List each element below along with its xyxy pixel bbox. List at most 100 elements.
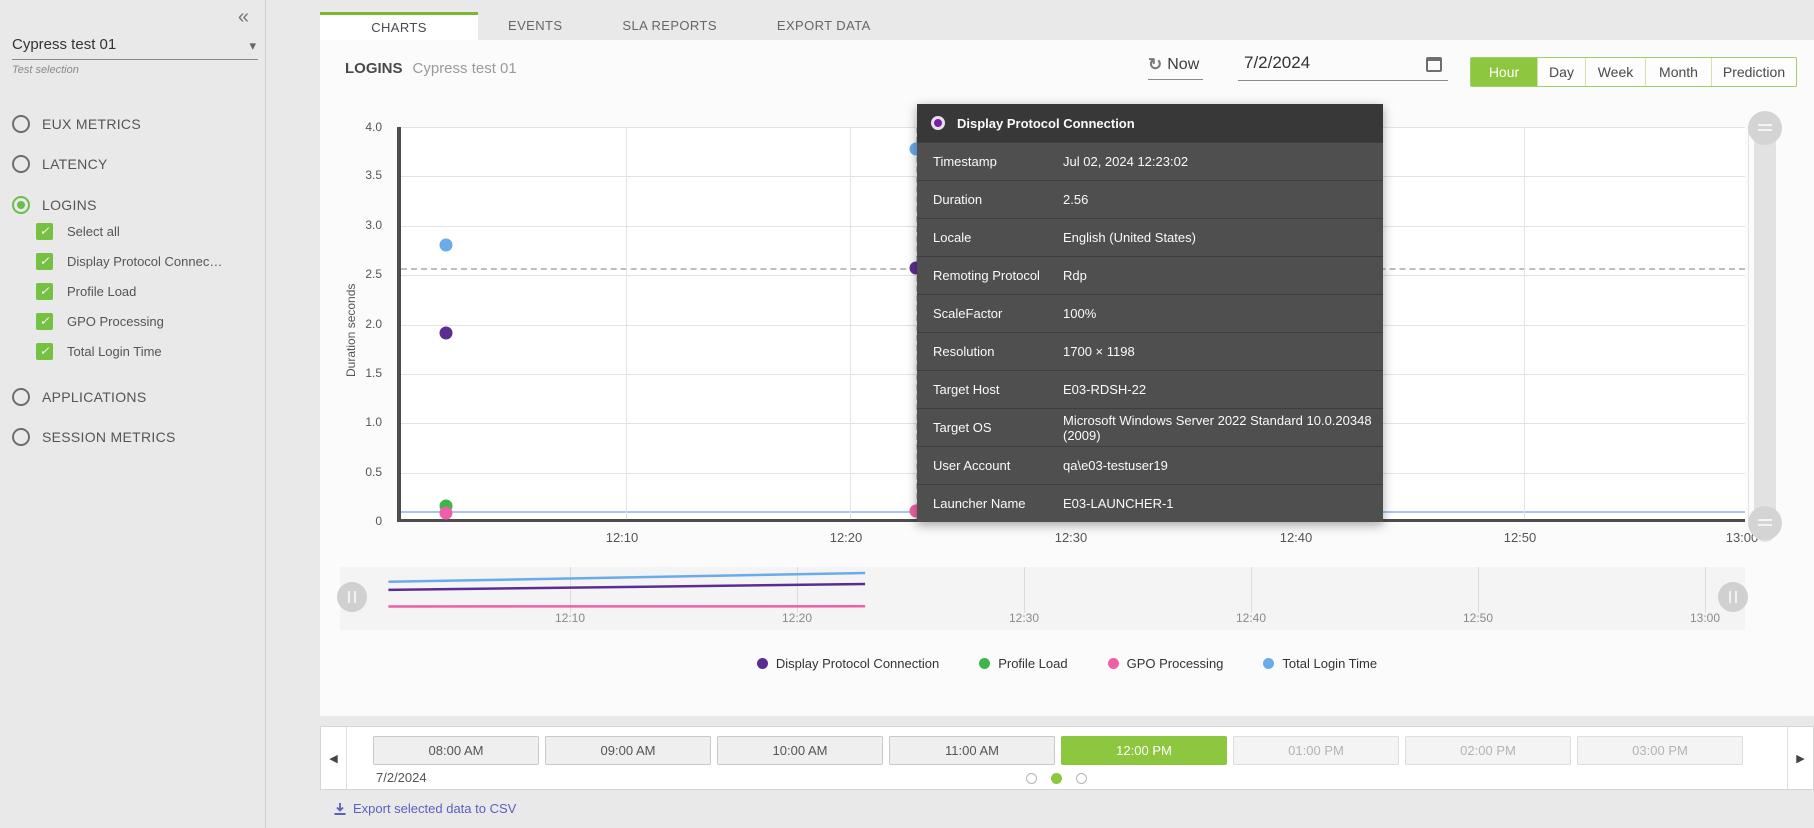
radio-icon bbox=[12, 428, 30, 446]
checkbox-checked-icon: ✓ bbox=[36, 313, 53, 330]
sidebar-item-label: SESSION METRICS bbox=[42, 429, 176, 445]
navigator-right-handle[interactable] bbox=[1718, 582, 1748, 612]
tooltip-row-label: Locale bbox=[933, 230, 1063, 245]
checkbox-label: Total Login Time bbox=[67, 344, 162, 359]
y-tick-label: 3.0 bbox=[365, 218, 382, 232]
legend-item-gpo-processing[interactable]: GPO Processing bbox=[1108, 656, 1224, 671]
checkbox-gpo-processing[interactable]: ✓ GPO Processing bbox=[36, 311, 164, 331]
tooltip-row-value: Microsoft Windows Server 2022 Standard 1… bbox=[1063, 413, 1383, 443]
sidebar-item-session-metrics[interactable]: SESSION METRICS bbox=[12, 426, 176, 448]
legend-dot-icon bbox=[757, 658, 768, 669]
checkbox-profile-load[interactable]: ✓ Profile Load bbox=[36, 281, 136, 301]
export-csv-label: Export selected data to CSV bbox=[353, 801, 516, 816]
download-icon bbox=[333, 802, 347, 816]
data-point[interactable] bbox=[439, 507, 452, 520]
sidebar-item-label: LATENCY bbox=[42, 156, 108, 172]
tab-charts[interactable]: CHARTS bbox=[320, 12, 478, 40]
legend-label: Profile Load bbox=[998, 656, 1067, 671]
page-dot[interactable] bbox=[1026, 773, 1037, 784]
hour-button-0900am[interactable]: 09:00 AM bbox=[545, 736, 711, 765]
range-day-button[interactable]: Day bbox=[1537, 58, 1585, 86]
tooltip-row-value: 100% bbox=[1063, 306, 1096, 321]
timeline-page-dots bbox=[1026, 773, 1087, 784]
grip-icon bbox=[1758, 519, 1772, 526]
refresh-now-button[interactable]: ↻ Now bbox=[1148, 53, 1203, 80]
tab-sla-reports[interactable]: SLA REPORTS bbox=[592, 12, 746, 40]
sidebar-item-latency[interactable]: LATENCY bbox=[12, 153, 108, 175]
legend-dot-icon bbox=[979, 658, 990, 669]
y-tick-label: 0 bbox=[375, 514, 382, 528]
tooltip-row: Target OSMicrosoft Windows Server 2022 S… bbox=[917, 408, 1383, 446]
vertical-zoom-slider-track[interactable] bbox=[1754, 112, 1776, 542]
grip-icon bbox=[1758, 124, 1772, 131]
range-hour-button[interactable]: Hour bbox=[1471, 58, 1537, 86]
sidebar-collapse-icon[interactable]: « bbox=[238, 6, 249, 29]
timeline-prev-arrow[interactable]: ◀ bbox=[321, 727, 347, 789]
legend-item-profile-load[interactable]: Profile Load bbox=[979, 656, 1067, 671]
refresh-icon: ↻ bbox=[1148, 55, 1162, 75]
gridline bbox=[1748, 127, 1749, 519]
hour-button-0800am[interactable]: 08:00 AM bbox=[373, 736, 539, 765]
tooltip-row-value: qa\e03-testuser19 bbox=[1063, 458, 1168, 473]
checkbox-display-protocol-connection[interactable]: ✓ Display Protocol Connec… bbox=[36, 251, 222, 271]
test-select-caption: Test selection bbox=[12, 64, 79, 76]
sidebar-item-logins[interactable]: LOGINS bbox=[12, 194, 97, 216]
checkbox-total-login-time[interactable]: ✓ Total Login Time bbox=[36, 341, 162, 361]
hour-button-1000am[interactable]: 10:00 AM bbox=[717, 736, 883, 765]
range-prediction-button[interactable]: Prediction bbox=[1711, 58, 1796, 86]
export-csv-link[interactable]: Export selected data to CSV bbox=[333, 801, 516, 816]
tooltip-row-value: E03-LAUNCHER-1 bbox=[1063, 496, 1174, 511]
page-dot-active[interactable] bbox=[1051, 773, 1062, 784]
legend-item-total-login-time[interactable]: Total Login Time bbox=[1263, 656, 1377, 671]
timeline-date-label: 7/2/2024 bbox=[376, 770, 427, 785]
y-tick-label: 2.0 bbox=[365, 317, 382, 331]
vertical-slider-top-handle[interactable] bbox=[1748, 111, 1782, 145]
chart-range-navigator[interactable]: 12:1012:2012:3012:4012:5013:00 bbox=[340, 567, 1745, 630]
y-tick-label: 0.5 bbox=[365, 465, 382, 479]
timeline-next-arrow[interactable]: ▶ bbox=[1787, 727, 1813, 789]
calendar-icon[interactable] bbox=[1426, 57, 1442, 72]
now-label: Now bbox=[1167, 56, 1199, 74]
test-select-value: Cypress test 01 bbox=[12, 36, 116, 53]
hour-button-1100am[interactable]: 11:00 AM bbox=[889, 736, 1055, 765]
tooltip-row: Target HostE03-RDSH-22 bbox=[917, 370, 1383, 408]
navigator-tick-label: 12:20 bbox=[782, 611, 812, 625]
tab-export-data[interactable]: EXPORT DATA bbox=[747, 12, 901, 40]
gridline bbox=[850, 127, 851, 519]
x-tick-label: 12:10 bbox=[606, 530, 639, 545]
navigator-left-handle[interactable] bbox=[337, 582, 367, 612]
checkbox-label: Display Protocol Connec… bbox=[67, 254, 222, 269]
tooltip-row-label: ScaleFactor bbox=[933, 306, 1063, 321]
hour-button-1200pm[interactable]: 12:00 PM bbox=[1061, 736, 1227, 765]
sidebar-item-applications[interactable]: APPLICATIONS bbox=[12, 386, 146, 408]
radio-icon bbox=[12, 388, 30, 406]
tooltip-row-value: 2.56 bbox=[1063, 192, 1088, 207]
series-color-dot-icon bbox=[931, 116, 945, 130]
hour-button-0100pm[interactable]: 01:00 PM bbox=[1233, 736, 1399, 765]
vertical-slider-bottom-handle[interactable] bbox=[1748, 506, 1782, 540]
hour-button-0300pm[interactable]: 03:00 PM bbox=[1577, 736, 1743, 765]
legend-dot-icon bbox=[1263, 658, 1274, 669]
range-week-button[interactable]: Week bbox=[1585, 58, 1645, 86]
legend-item-display-protocol-connection[interactable]: Display Protocol Connection bbox=[757, 656, 939, 671]
hour-button-0200pm[interactable]: 02:00 PM bbox=[1405, 736, 1571, 765]
tooltip-header: Display Protocol Connection bbox=[917, 104, 1383, 142]
tooltip-row-value: 1700 × 1198 bbox=[1063, 344, 1135, 359]
page-dot[interactable] bbox=[1076, 773, 1087, 784]
x-axis-ticks: 12:1012:2012:3012:4012:5013:00 bbox=[397, 530, 1745, 548]
test-select-dropdown[interactable]: Cypress test 01 ▾ bbox=[12, 36, 258, 60]
y-tick-label: 1.0 bbox=[365, 415, 382, 429]
range-month-button[interactable]: Month bbox=[1645, 58, 1711, 86]
time-range-group: Hour Day Week Month Prediction bbox=[1470, 57, 1797, 87]
sidebar-item-eux-metrics[interactable]: EUX METRICS bbox=[12, 113, 141, 135]
data-point[interactable] bbox=[439, 326, 452, 339]
gridline bbox=[1524, 127, 1525, 519]
checkbox-select-all[interactable]: ✓ Select all bbox=[36, 221, 120, 241]
radio-icon bbox=[12, 115, 30, 133]
tooltip-row-value: E03-RDSH-22 bbox=[1063, 382, 1146, 397]
data-point[interactable] bbox=[439, 238, 452, 251]
tab-events[interactable]: EVENTS bbox=[478, 12, 592, 40]
tooltip-row-label: Target OS bbox=[933, 420, 1063, 435]
date-input[interactable]: 7/2/2024 bbox=[1238, 48, 1448, 81]
checkbox-label: Select all bbox=[67, 224, 120, 239]
